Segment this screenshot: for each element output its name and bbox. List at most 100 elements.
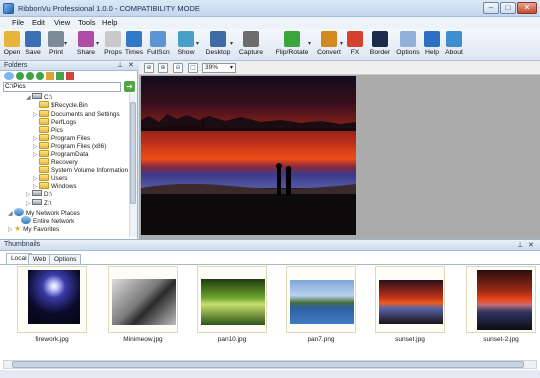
main-photo bbox=[141, 76, 356, 235]
tree-item[interactable]: ▷ Program Files (x86) bbox=[33, 142, 106, 150]
close-button[interactable]: ✕ bbox=[517, 2, 537, 14]
help-icon bbox=[424, 31, 440, 47]
toolbar-label: Help bbox=[425, 49, 439, 56]
window-title: RibbonVu Professional 1.0.0 - COMPATIBIL… bbox=[18, 4, 200, 13]
menu-help[interactable]: Help bbox=[100, 18, 119, 27]
props-button[interactable]: Props bbox=[104, 30, 122, 60]
zoom-out-icon[interactable]: ⊖ bbox=[173, 63, 183, 73]
about-button[interactable]: About bbox=[444, 30, 464, 60]
tree-item[interactable]: ▷ Users bbox=[33, 174, 67, 182]
tree-item[interactable]: ▷★ My Favorites bbox=[8, 224, 59, 234]
tree-item[interactable]: PerfLogs bbox=[33, 118, 76, 126]
pin-icon[interactable]: ⊥ bbox=[517, 241, 523, 249]
thumbnail-image bbox=[379, 280, 443, 324]
convert-button[interactable]: Convert bbox=[315, 30, 343, 60]
home-icon[interactable] bbox=[66, 72, 74, 80]
tree-item[interactable]: ◢ My Network Places bbox=[8, 208, 80, 217]
tree-item-label: Users bbox=[51, 175, 68, 182]
dropdown-arrow-icon[interactable]: ▾ bbox=[64, 40, 67, 47]
star-icon: ★ bbox=[14, 224, 22, 233]
toolbar-label: About bbox=[445, 49, 463, 56]
zoom-fit-icon[interactable]: ⊕ bbox=[144, 63, 154, 73]
tree-item[interactable]: ▷ ProgramData bbox=[33, 150, 88, 158]
zoom-in-icon[interactable]: ⊕ bbox=[158, 63, 168, 73]
tree-item-label: Z:\ bbox=[44, 200, 52, 207]
dropdown-arrow-icon[interactable]: ▾ bbox=[96, 40, 99, 47]
minimize-button[interactable]: – bbox=[483, 2, 499, 14]
tree-item[interactable]: ▷ Documents and Settings bbox=[33, 110, 120, 118]
tree-item[interactable]: ◢ C:\ bbox=[26, 93, 52, 101]
dropdown-arrow-icon[interactable]: ▾ bbox=[196, 40, 199, 47]
toolbar-label: Desktop bbox=[205, 49, 231, 56]
camera-icon bbox=[243, 31, 259, 47]
thumbnail-item[interactable] bbox=[197, 266, 267, 333]
drive-icon bbox=[32, 93, 42, 99]
border-button[interactable]: Border bbox=[369, 30, 391, 60]
tree-item[interactable]: $Recycle.Bin bbox=[33, 101, 88, 109]
zoom-value: 39% bbox=[205, 64, 219, 71]
desktop-button[interactable]: Desktop bbox=[203, 30, 233, 60]
thumbnails-scroll-thumb[interactable] bbox=[12, 361, 524, 368]
options-button[interactable]: Options bbox=[396, 30, 420, 60]
folder-up-icon[interactable] bbox=[4, 72, 14, 80]
dropdown-arrow-icon[interactable]: ▾ bbox=[340, 40, 343, 47]
menu-edit[interactable]: Edit bbox=[30, 18, 47, 27]
thumbnail-item[interactable] bbox=[108, 266, 178, 333]
menu-view[interactable]: View bbox=[52, 18, 72, 27]
tree-item[interactable]: ▷ D:\ bbox=[26, 190, 52, 198]
tree-item[interactable]: ▷ Z:\ bbox=[26, 199, 51, 207]
path-input[interactable]: C:\Pics bbox=[3, 82, 121, 92]
tree-item[interactable]: ▷ Program Files bbox=[33, 134, 90, 142]
toolbar-label: Show bbox=[177, 49, 195, 56]
tab-web[interactable]: Web bbox=[28, 254, 52, 264]
properties-icon bbox=[105, 31, 121, 47]
tree-item-label: Documents and Settings bbox=[51, 111, 120, 118]
tree-item[interactable]: System Volume Information bbox=[33, 166, 128, 174]
close-panel-icon[interactable]: ✕ bbox=[528, 241, 534, 249]
refresh-icon[interactable] bbox=[36, 72, 44, 80]
zoom-select[interactable]: 39% ▾ bbox=[202, 63, 236, 73]
tree-item[interactable]: Pics bbox=[33, 126, 63, 134]
help-button[interactable]: Help bbox=[423, 30, 441, 60]
tree-item[interactable]: ▷ Windows bbox=[33, 182, 77, 190]
menu-tools[interactable]: Tools bbox=[76, 18, 98, 27]
app-icon bbox=[3, 3, 14, 14]
folder-icon bbox=[39, 158, 49, 165]
fx-button[interactable]: FX bbox=[347, 30, 363, 60]
close-panel-icon[interactable]: ✕ bbox=[128, 61, 134, 69]
tree-item-label: D:\ bbox=[44, 191, 53, 198]
dropdown-arrow-icon[interactable]: ▾ bbox=[230, 40, 233, 47]
thumbnail-label: sunset.jpg bbox=[395, 336, 425, 343]
new-folder-icon[interactable] bbox=[46, 72, 54, 80]
capture-button[interactable]: Capture bbox=[237, 30, 265, 60]
fullscreen-icon bbox=[150, 31, 166, 47]
go-button[interactable]: ➔ bbox=[124, 81, 135, 92]
maximize-button[interactable]: □ bbox=[500, 2, 516, 14]
fullscn-button[interactable]: FullScn bbox=[147, 30, 170, 60]
tree-item[interactable]: Recovery bbox=[33, 158, 78, 166]
thumbnail-item[interactable] bbox=[17, 266, 87, 333]
back-icon[interactable] bbox=[16, 72, 24, 80]
thumbnail-label: pan7.png bbox=[307, 336, 335, 343]
tab-options[interactable]: Options bbox=[49, 254, 82, 264]
thumbnail-item[interactable] bbox=[466, 266, 536, 333]
times-button[interactable]: Times bbox=[124, 30, 144, 60]
flip-rotate-button[interactable]: Flip/Rotate bbox=[273, 30, 311, 60]
open-button[interactable]: Open bbox=[3, 30, 21, 60]
menu-file[interactable]: File bbox=[10, 18, 26, 27]
about-icon bbox=[446, 31, 462, 47]
forward-icon[interactable] bbox=[26, 72, 34, 80]
tree-item[interactable]: Entire Network bbox=[15, 216, 74, 225]
thumbnail-item[interactable] bbox=[286, 266, 356, 333]
actual-size-icon[interactable]: ▢ bbox=[188, 63, 198, 73]
drive-icon bbox=[32, 199, 42, 205]
pin-icon[interactable]: ⊥ bbox=[117, 61, 123, 69]
favorites-icon[interactable] bbox=[56, 72, 64, 80]
folder-icon bbox=[39, 174, 49, 181]
save-button[interactable]: Save bbox=[25, 30, 41, 60]
thumbnail-item[interactable] bbox=[375, 266, 445, 333]
dropdown-arrow-icon[interactable]: ▾ bbox=[308, 40, 311, 47]
folders-scroll-thumb[interactable] bbox=[130, 102, 136, 204]
toolbar-label: Times bbox=[124, 49, 144, 56]
toolbar-label: Open bbox=[3, 49, 21, 56]
